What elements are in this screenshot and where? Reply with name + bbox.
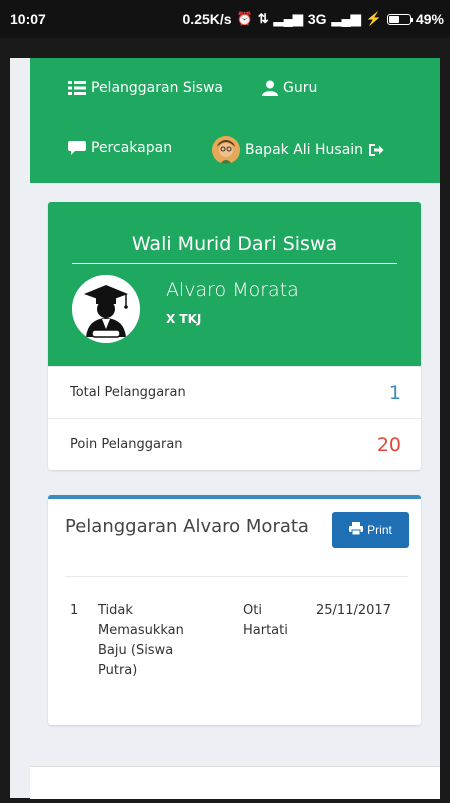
violations-title: Pelanggaran Alvaro Morata bbox=[65, 516, 309, 537]
student-class: X TKJ bbox=[166, 312, 202, 326]
battery-icon bbox=[386, 13, 413, 25]
nav-user-menu[interactable]: Bapak Ali Husain bbox=[212, 136, 384, 164]
print-button[interactable]: Print bbox=[332, 512, 409, 548]
nav-label: Guru bbox=[283, 80, 318, 96]
alarm-icon: ⏰ bbox=[236, 11, 253, 26]
description-line: Memasukkan bbox=[98, 623, 184, 638]
nav-label: Bapak Ali Husain bbox=[245, 142, 364, 158]
profile-header: Wali Murid Dari Siswa Alvaro Morata X TK… bbox=[48, 202, 421, 366]
violations-card: Pelanggaran Alvaro Morata Print 1 Tidak … bbox=[48, 495, 421, 725]
student-avatar bbox=[72, 275, 140, 343]
profile-card: Wali Murid Dari Siswa Alvaro Morata X TK… bbox=[48, 202, 421, 470]
status-time: 10:07 bbox=[10, 11, 46, 27]
nav-label: Percakapan bbox=[91, 140, 173, 156]
bottom-bar bbox=[30, 766, 440, 799]
signal-icon: ▂▄▆ bbox=[273, 11, 303, 26]
top-gap bbox=[10, 38, 440, 58]
row-number: 1 bbox=[70, 603, 79, 618]
row-description: Tidak Memasukkan Baju (Siswa Putra) bbox=[98, 601, 184, 681]
battery-percent: 49% bbox=[415, 11, 444, 27]
graduate-icon bbox=[72, 275, 140, 343]
profile-title: Wali Murid Dari Siswa bbox=[131, 233, 338, 255]
description-line: Tidak bbox=[98, 603, 133, 618]
status-bar: 10:07 0.25K/s ⏰ ⇅ ▂▄▆ 3G ▂▄▆ ⚡ 49% bbox=[0, 0, 450, 38]
user-icon bbox=[262, 80, 278, 96]
description-line: Baju (Siswa bbox=[98, 643, 174, 658]
violations-divider bbox=[65, 576, 408, 577]
nav-guru[interactable]: Guru bbox=[262, 80, 317, 96]
stat-total-pelanggaran: Total Pelanggaran 1 bbox=[48, 366, 421, 418]
stat-value: 20 bbox=[376, 433, 401, 456]
nav-pelanggaran-siswa[interactable]: Pelanggaran Siswa bbox=[68, 80, 223, 96]
logout-icon[interactable] bbox=[368, 142, 384, 158]
stat-label: Poin Pelanggaran bbox=[70, 437, 183, 452]
list-icon bbox=[68, 80, 86, 96]
stat-label: Total Pelanggaran bbox=[70, 385, 186, 400]
data-transfer-icon: ⇅ bbox=[257, 11, 269, 26]
comment-icon bbox=[68, 140, 86, 156]
student-name: Alvaro Morata bbox=[166, 279, 299, 301]
printer-icon bbox=[349, 522, 364, 538]
nav-percakapan[interactable]: Percakapan bbox=[68, 140, 172, 156]
navbar: Pelanggaran Siswa Guru Percakapan Bapak … bbox=[30, 58, 440, 183]
teacher-line: Hartati bbox=[243, 623, 288, 638]
teacher-line: Oti bbox=[243, 603, 262, 618]
row-teacher: Oti Hartati bbox=[243, 601, 288, 641]
status-icons: 0.25K/s ⏰ ⇅ ▂▄▆ 3G ▂▄▆ ⚡ 49% bbox=[183, 11, 444, 27]
network-speed: 0.25K/s bbox=[182, 11, 232, 27]
nav-label: Pelanggaran Siswa bbox=[91, 80, 224, 96]
print-label: Print bbox=[367, 523, 392, 537]
charging-icon: ⚡ bbox=[365, 11, 382, 26]
stat-poin-pelanggaran: Poin Pelanggaran 20 bbox=[48, 418, 421, 470]
row-date: 25/11/2017 bbox=[316, 603, 391, 618]
description-line: Putra) bbox=[98, 663, 138, 678]
title-divider bbox=[72, 263, 397, 264]
network-type: 3G bbox=[307, 11, 327, 27]
user-avatar bbox=[212, 136, 240, 164]
signal-icon-2: ▂▄▆ bbox=[331, 11, 361, 26]
stat-value: 1 bbox=[388, 381, 401, 404]
